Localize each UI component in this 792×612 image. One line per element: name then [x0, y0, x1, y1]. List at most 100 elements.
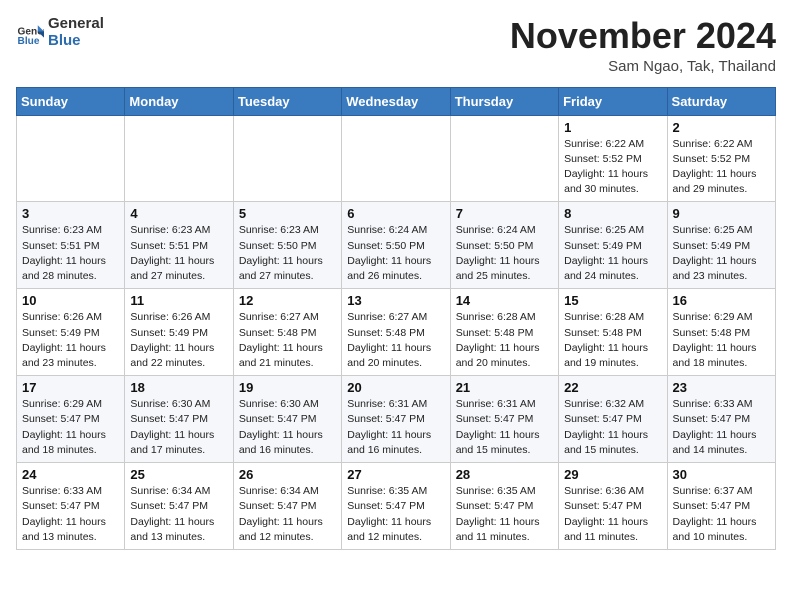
day-number: 13 [347, 293, 444, 308]
calendar-cell: 16 Sunrise: 6:29 AMSunset: 5:48 PMDayligh… [667, 289, 775, 376]
weekday-sunday: Sunday [17, 87, 125, 115]
cell-info: Sunrise: 6:22 AMSunset: 5:52 PMDaylight:… [673, 137, 770, 198]
calendar-cell: 14 Sunrise: 6:28 AMSunset: 5:48 PMDayligh… [450, 289, 558, 376]
cell-info: Sunrise: 6:25 AMSunset: 5:49 PMDaylight:… [564, 223, 661, 284]
day-number: 11 [130, 293, 227, 308]
calendar-cell: 23Sunrise: 6:33 AMSunset: 5:47 PMDayligh… [667, 376, 775, 463]
cell-info: Sunrise: 6:24 AMSunset: 5:50 PMDaylight:… [347, 223, 444, 284]
calendar-cell: 8Sunrise: 6:25 AMSunset: 5:49 PMDaylight… [559, 202, 667, 289]
calendar-cell [17, 115, 125, 202]
calendar-cell: 15 Sunrise: 6:28 AMSunset: 5:48 PMDayligh… [559, 289, 667, 376]
cell-info: Sunrise: 6:34 AMSunset: 5:47 PMDaylight:… [239, 484, 336, 545]
calendar-cell: 5Sunrise: 6:23 AMSunset: 5:50 PMDaylight… [233, 202, 341, 289]
calendar-cell: 28 Sunrise: 6:35 AMSunset: 5:47 PMDayligh… [450, 463, 558, 550]
cell-info: Sunrise: 6:34 AMSunset: 5:47 PMDaylight:… [130, 484, 227, 545]
cell-info: Sunrise: 6:24 AMSunset: 5:50 PMDaylight:… [456, 223, 553, 284]
cell-info: Sunrise: 6:35 AMSunset: 5:47 PMDaylight:… [347, 484, 444, 545]
calendar-cell: 27 Sunrise: 6:35 AMSunset: 5:47 PMDayligh… [342, 463, 450, 550]
day-number: 9 [673, 206, 770, 221]
location: Sam Ngao, Tak, Thailand [510, 58, 776, 75]
week-row-1: 1 Sunrise: 6:22 AMSunset: 5:52 PMDaylight… [17, 115, 776, 202]
week-row-3: 10Sunrise: 6:26 AMSunset: 5:49 PMDayligh… [17, 289, 776, 376]
calendar-cell: 1 Sunrise: 6:22 AMSunset: 5:52 PMDaylight… [559, 115, 667, 202]
cell-info: Sunrise: 6:28 AMSunset: 5:48 PMDaylight:… [564, 310, 661, 371]
calendar-cell [450, 115, 558, 202]
day-number: 19 [239, 380, 336, 395]
day-number: 29 [564, 467, 661, 482]
logo-icon: General Blue [16, 19, 44, 47]
calendar-cell [125, 115, 233, 202]
day-number: 1 [564, 120, 661, 135]
cell-info: Sunrise: 6:32 AMSunset: 5:47 PMDaylight:… [564, 397, 661, 458]
day-number: 28 [456, 467, 553, 482]
weekday-saturday: Saturday [667, 87, 775, 115]
day-number: 16 [673, 293, 770, 308]
calendar-cell [233, 115, 341, 202]
cell-info: Sunrise: 6:33 AMSunset: 5:47 PMDaylight:… [22, 484, 119, 545]
cell-info: Sunrise: 6:27 AMSunset: 5:48 PMDaylight:… [347, 310, 444, 371]
day-number: 26 [239, 467, 336, 482]
logo: General Blue General Blue [16, 16, 104, 49]
calendar-cell: 17 Sunrise: 6:29 AMSunset: 5:47 PMDayligh… [17, 376, 125, 463]
calendar-cell: 7 Sunrise: 6:24 AMSunset: 5:50 PMDaylight… [450, 202, 558, 289]
calendar-cell: 2 Sunrise: 6:22 AMSunset: 5:52 PMDaylight… [667, 115, 775, 202]
day-number: 22 [564, 380, 661, 395]
cell-info: Sunrise: 6:23 AMSunset: 5:50 PMDaylight:… [239, 223, 336, 284]
day-number: 4 [130, 206, 227, 221]
calendar-cell: 13 Sunrise: 6:27 AMSunset: 5:48 PMDayligh… [342, 289, 450, 376]
day-number: 27 [347, 467, 444, 482]
week-row-2: 3 Sunrise: 6:23 AMSunset: 5:51 PMDaylight… [17, 202, 776, 289]
day-number: 17 [22, 380, 119, 395]
calendar-cell: 9 Sunrise: 6:25 AMSunset: 5:49 PMDaylight… [667, 202, 775, 289]
calendar-cell [342, 115, 450, 202]
calendar-cell: 20 Sunrise: 6:31 AMSunset: 5:47 PMDayligh… [342, 376, 450, 463]
day-number: 25 [130, 467, 227, 482]
day-number: 2 [673, 120, 770, 135]
cell-info: Sunrise: 6:22 AMSunset: 5:52 PMDaylight:… [564, 137, 661, 198]
cell-info: Sunrise: 6:29 AMSunset: 5:48 PMDaylight:… [673, 310, 770, 371]
cell-info: Sunrise: 6:23 AMSunset: 5:51 PMDaylight:… [130, 223, 227, 284]
calendar-cell: 29Sunrise: 6:36 AMSunset: 5:47 PMDayligh… [559, 463, 667, 550]
month-title: November 2024 [510, 16, 776, 56]
calendar-cell: 6 Sunrise: 6:24 AMSunset: 5:50 PMDaylight… [342, 202, 450, 289]
calendar-cell: 24 Sunrise: 6:33 AMSunset: 5:47 PMDayligh… [17, 463, 125, 550]
day-number: 14 [456, 293, 553, 308]
weekday-header-row: SundayMondayTuesdayWednesdayThursdayFrid… [17, 87, 776, 115]
cell-info: Sunrise: 6:31 AMSunset: 5:47 PMDaylight:… [456, 397, 553, 458]
cell-info: Sunrise: 6:28 AMSunset: 5:48 PMDaylight:… [456, 310, 553, 371]
day-number: 18 [130, 380, 227, 395]
calendar-cell: 22 Sunrise: 6:32 AMSunset: 5:47 PMDayligh… [559, 376, 667, 463]
calendar-cell: 26 Sunrise: 6:34 AMSunset: 5:47 PMDayligh… [233, 463, 341, 550]
week-row-4: 17 Sunrise: 6:29 AMSunset: 5:47 PMDayligh… [17, 376, 776, 463]
calendar-cell: 21Sunrise: 6:31 AMSunset: 5:47 PMDayligh… [450, 376, 558, 463]
calendar-table: SundayMondayTuesdayWednesdayThursdayFrid… [16, 87, 776, 550]
page-header: General Blue General Blue November 2024 … [16, 16, 776, 75]
cell-info: Sunrise: 6:29 AMSunset: 5:47 PMDaylight:… [22, 397, 119, 458]
day-number: 23 [673, 380, 770, 395]
weekday-monday: Monday [125, 87, 233, 115]
cell-info: Sunrise: 6:25 AMSunset: 5:49 PMDaylight:… [673, 223, 770, 284]
cell-info: Sunrise: 6:27 AMSunset: 5:48 PMDaylight:… [239, 310, 336, 371]
day-number: 3 [22, 206, 119, 221]
calendar-cell: 3 Sunrise: 6:23 AMSunset: 5:51 PMDaylight… [17, 202, 125, 289]
day-number: 30 [673, 467, 770, 482]
day-number: 6 [347, 206, 444, 221]
day-number: 20 [347, 380, 444, 395]
cell-info: Sunrise: 6:26 AMSunset: 5:49 PMDaylight:… [130, 310, 227, 371]
day-number: 15 [564, 293, 661, 308]
cell-info: Sunrise: 6:35 AMSunset: 5:47 PMDaylight:… [456, 484, 553, 545]
day-number: 24 [22, 467, 119, 482]
calendar-cell: 30Sunrise: 6:37 AMSunset: 5:47 PMDayligh… [667, 463, 775, 550]
calendar-cell: 4 Sunrise: 6:23 AMSunset: 5:51 PMDaylight… [125, 202, 233, 289]
week-row-5: 24 Sunrise: 6:33 AMSunset: 5:47 PMDayligh… [17, 463, 776, 550]
svg-text:Blue: Blue [18, 35, 40, 46]
cell-info: Sunrise: 6:31 AMSunset: 5:47 PMDaylight:… [347, 397, 444, 458]
weekday-tuesday: Tuesday [233, 87, 341, 115]
weekday-thursday: Thursday [450, 87, 558, 115]
calendar-cell: 11 Sunrise: 6:26 AMSunset: 5:49 PMDayligh… [125, 289, 233, 376]
cell-info: Sunrise: 6:30 AMSunset: 5:47 PMDaylight:… [239, 397, 336, 458]
cell-info: Sunrise: 6:23 AMSunset: 5:51 PMDaylight:… [22, 223, 119, 284]
calendar-cell: 25 Sunrise: 6:34 AMSunset: 5:47 PMDayligh… [125, 463, 233, 550]
day-number: 7 [456, 206, 553, 221]
logo-text: General Blue [48, 16, 104, 49]
